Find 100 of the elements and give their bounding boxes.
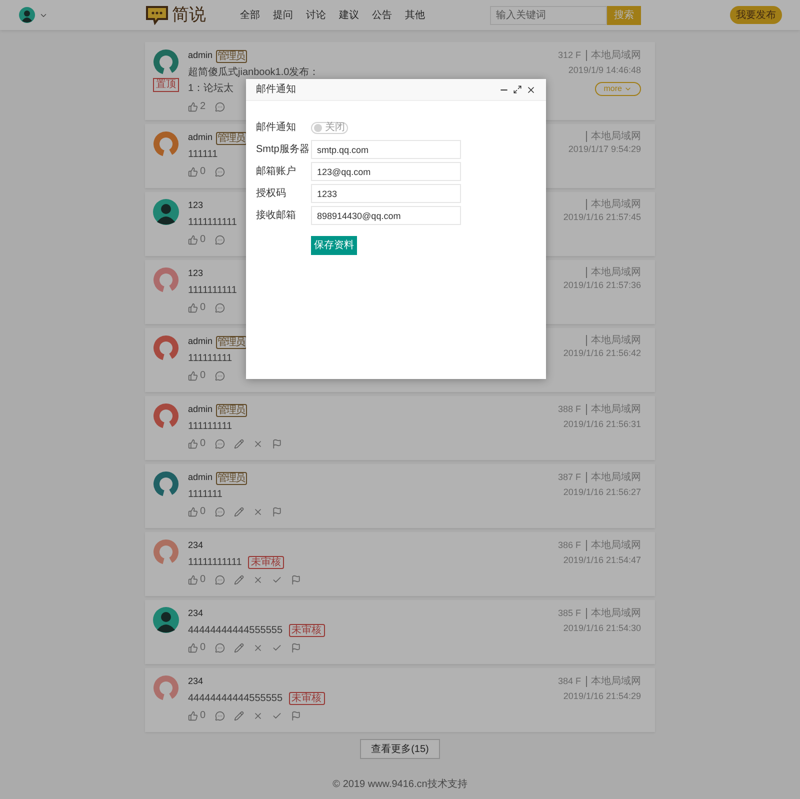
delete-icon[interactable] (252, 439, 263, 449)
like-button[interactable]: 0 (188, 371, 206, 381)
network-label: 本地局域网 (586, 608, 641, 620)
text-field[interactable]: 898914430@qq.com (311, 206, 461, 225)
text-field[interactable]: 123@qq.com (311, 162, 461, 181)
comment-icon[interactable] (214, 303, 225, 313)
maximize-icon[interactable] (513, 85, 522, 94)
thumbs-up-icon (188, 167, 198, 177)
flag-icon[interactable] (290, 711, 301, 721)
network-label: 本地局域网 (586, 131, 641, 142)
nav-link[interactable]: 建议 (339, 8, 359, 22)
comment-icon[interactable] (214, 575, 225, 585)
post-time: 2019/1/17 9:54:29 (568, 143, 641, 156)
avatar (153, 335, 179, 361)
post-text: 1111111111 (188, 284, 237, 298)
comment-icon[interactable] (214, 371, 225, 381)
author-name: 234 (188, 539, 204, 552)
comment-icon[interactable] (214, 235, 225, 245)
status-badge: 未审核 (248, 556, 284, 569)
nav-link[interactable]: 公告 (372, 8, 392, 22)
text-field[interactable]: 1233 (311, 184, 461, 203)
text-field[interactable]: smtp.qq.com (311, 140, 461, 159)
comment-icon[interactable] (214, 439, 225, 449)
avatar (153, 199, 179, 225)
nav-link[interactable]: 讨论 (306, 8, 326, 22)
delete-icon[interactable] (252, 643, 263, 653)
pencil-icon[interactable] (234, 643, 244, 653)
post-time: 2019/1/16 21:57:36 (563, 279, 641, 292)
close-icon[interactable] (526, 84, 536, 94)
toggle-switch[interactable]: 关闭 (311, 122, 348, 134)
like-button[interactable]: 0 (188, 303, 206, 313)
author-name: admin (188, 335, 213, 348)
post-text: 111111111 (188, 352, 232, 366)
post-time: 2019/1/16 21:56:42 (563, 347, 641, 360)
avatar (153, 675, 179, 701)
flag-icon[interactable] (272, 507, 282, 517)
field-label: 接收邮箱 (256, 208, 297, 223)
network-label: 本地局域网 (586, 199, 641, 210)
check-icon[interactable] (272, 643, 282, 653)
like-button[interactable]: 0 (188, 643, 206, 653)
role-badge: 管理员 (216, 50, 247, 62)
thumbs-up-icon (188, 711, 198, 721)
nav-link[interactable]: 全部 (240, 8, 260, 22)
comment-icon[interactable] (214, 102, 225, 112)
like-button[interactable]: 0 (188, 575, 206, 585)
field-label: Smtp服务器 (256, 143, 310, 157)
post-time: 2019/1/9 14:46:48 (568, 64, 641, 76)
post-text: 111111111 (188, 420, 232, 434)
nav-link[interactable]: 其他 (405, 8, 425, 22)
post-time: 2019/1/16 21:56:31 (563, 418, 641, 430)
search-field[interactable]: 输入关键词 (490, 6, 607, 24)
delete-icon[interactable] (252, 575, 263, 585)
author-name: admin (188, 49, 213, 62)
user-avatar[interactable] (19, 7, 35, 23)
post-time: 2019/1/16 21:54:47 (563, 554, 641, 566)
comment-icon[interactable] (214, 711, 225, 721)
status-badge: 未审核 (288, 624, 325, 637)
logo-icon (145, 5, 169, 25)
pencil-icon[interactable] (234, 507, 244, 517)
chevron-icon (624, 85, 632, 93)
comment-icon[interactable] (214, 507, 225, 517)
flag-icon[interactable] (290, 643, 301, 653)
like-button[interactable]: 0 (188, 507, 206, 517)
like-button[interactable]: 0 (188, 711, 206, 721)
flag-icon[interactable] (290, 575, 301, 585)
publish-button[interactable]: 我要发布 (730, 6, 782, 24)
delete-icon[interactable] (252, 711, 263, 721)
like-button[interactable]: 2 (188, 102, 206, 112)
flag-icon[interactable] (272, 439, 282, 449)
save-button[interactable]: 保存资料 (311, 236, 357, 255)
thumbs-up-icon (188, 235, 198, 245)
pencil-icon[interactable] (234, 711, 244, 721)
author-name: 123 (188, 267, 204, 280)
floor-number: 384 F (558, 675, 582, 688)
avatar (153, 539, 179, 565)
check-icon[interactable] (272, 711, 282, 721)
like-button[interactable]: 0 (188, 235, 206, 245)
network-label: 本地局域网 (586, 676, 641, 688)
like-button[interactable]: 0 (188, 439, 206, 449)
comment-icon[interactable] (214, 643, 225, 653)
network-label: 本地局域网 (586, 267, 641, 278)
post-time: 2019/1/16 21:57:45 (563, 211, 641, 224)
load-more-button[interactable]: 查看更多(15) (360, 739, 440, 759)
network-label: 本地局域网 (586, 335, 641, 346)
post-text: 1：论坛太 (188, 82, 234, 96)
avatar (153, 403, 179, 429)
comment-icon[interactable] (214, 167, 225, 177)
avatar (153, 131, 179, 157)
floor-number: 388 F (558, 403, 582, 416)
delete-icon[interactable] (252, 507, 263, 517)
pencil-icon[interactable] (234, 575, 244, 585)
like-button[interactable]: 0 (188, 167, 206, 177)
search-button[interactable]: 搜索 (607, 6, 641, 24)
role-badge: 管理员 (216, 472, 247, 484)
nav-link[interactable]: 提问 (273, 8, 293, 22)
post-time: 2019/1/16 21:54:30 (563, 622, 641, 634)
check-icon[interactable] (272, 575, 282, 585)
pencil-icon[interactable] (234, 439, 244, 449)
network-label: 本地局域网 (586, 404, 641, 416)
more-button[interactable]: more (594, 82, 641, 96)
